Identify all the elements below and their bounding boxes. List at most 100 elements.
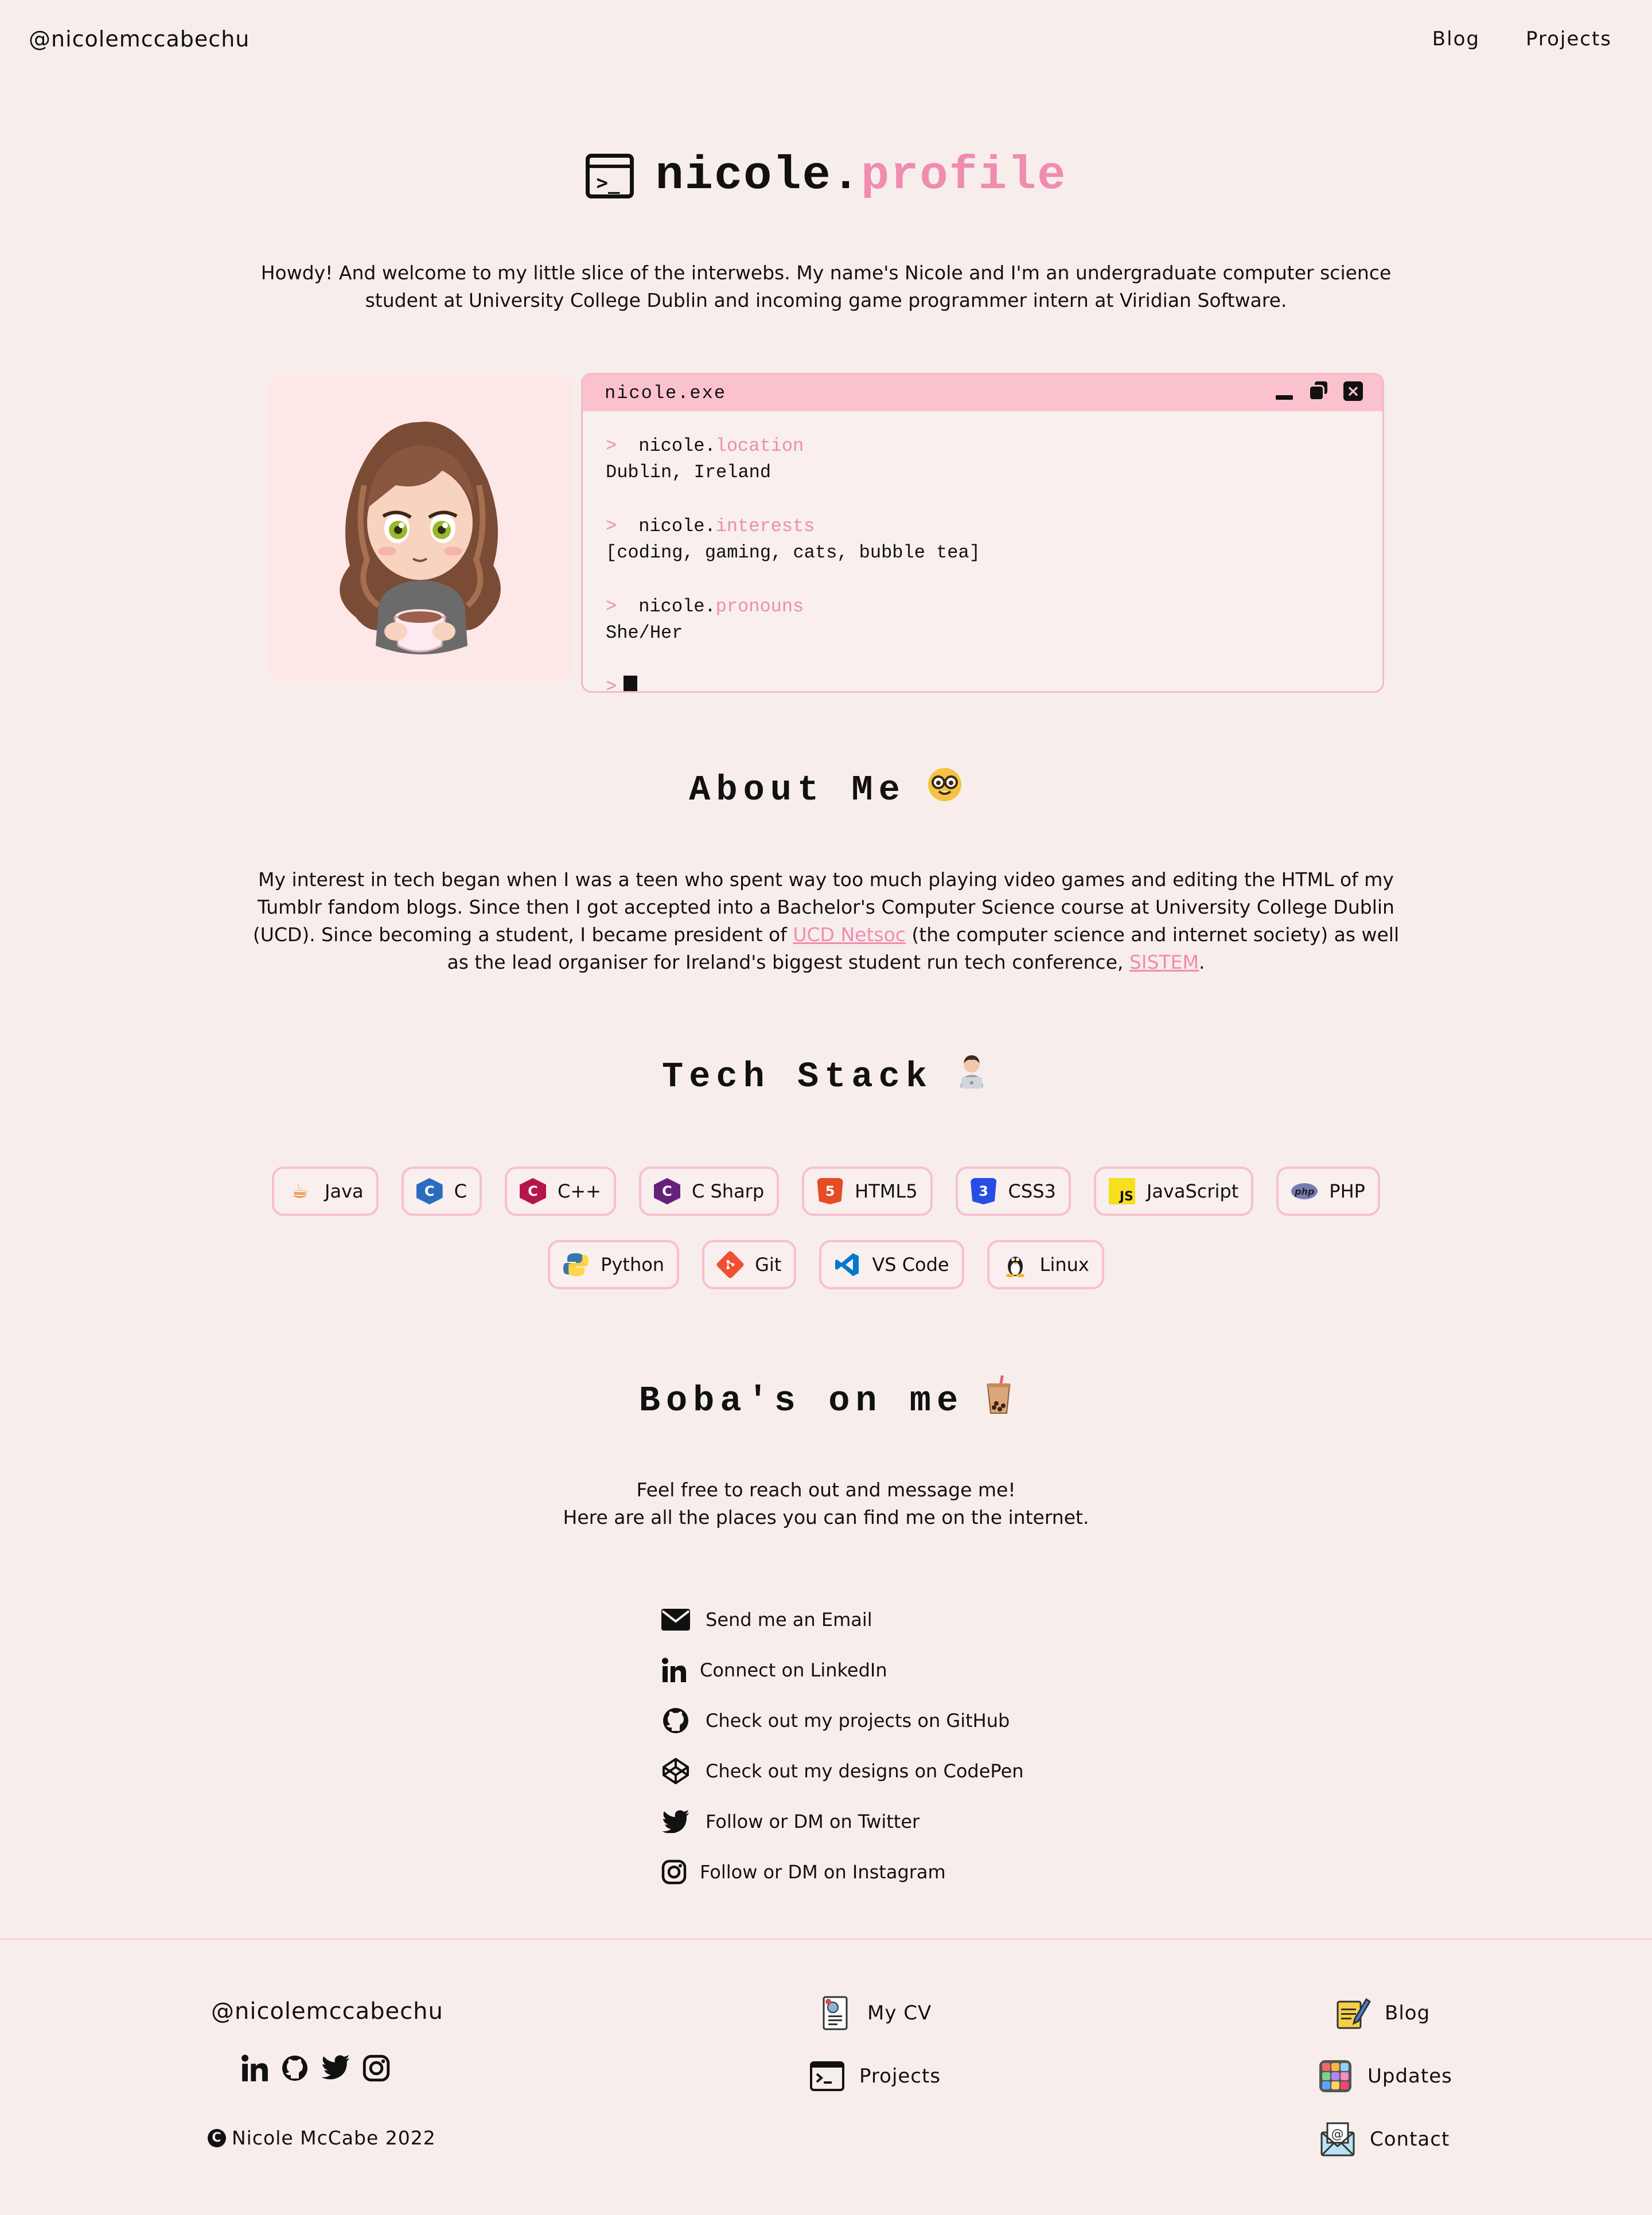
tech-chip-git: Git — [702, 1240, 797, 1289]
command-property: location — [715, 435, 804, 457]
about-heading: About Me — [0, 766, 1652, 814]
html5-icon: 5 — [817, 1178, 844, 1204]
terminal-command: > nicole.interests [coding, gaming, cats,… — [606, 513, 1382, 566]
command-property: interests — [715, 516, 815, 537]
ucd-netsoc-link[interactable]: UCD Netsoc — [793, 923, 906, 946]
envelope-icon: @ — [1320, 2122, 1355, 2156]
restore-icon[interactable] — [1309, 381, 1328, 401]
codepen-link[interactable]: Check out my designs on CodePen — [660, 1746, 1024, 1796]
footer-projects-link[interactable]: Projects — [809, 2058, 941, 2095]
tech-stack-heading: Tech Stack — [0, 1053, 1652, 1101]
python-icon — [563, 1251, 589, 1278]
codepen-icon — [660, 1755, 692, 1787]
chibi-avatar-illustration — [340, 422, 501, 654]
site-handle[interactable]: @nicolemccabechu — [29, 26, 250, 52]
command-object: nicole. — [638, 516, 716, 537]
terminal-body: > nicole.location Dublin, Ireland > nicole… — [583, 411, 1382, 693]
footer-blog-link[interactable]: Blog — [1334, 1995, 1430, 2031]
c-icon: C — [416, 1178, 443, 1204]
tech-chip-linux: Linux — [987, 1240, 1104, 1289]
grid-icon — [1319, 2060, 1351, 2092]
prompt-symbol: > — [606, 435, 617, 457]
text-cursor — [624, 675, 638, 691]
copyright-icon: C — [208, 2128, 226, 2147]
title-prefix: nicole. — [655, 149, 861, 202]
twitter-icon — [660, 1805, 692, 1838]
github-link[interactable]: Check out my projects on GitHub — [660, 1695, 1024, 1746]
tech-chip-vscode: VS Code — [819, 1240, 964, 1289]
footer-social-icons — [241, 2054, 390, 2084]
tech-chip-csharp: CC Sharp — [638, 1167, 780, 1216]
command-object: nicole. — [638, 435, 716, 457]
git-icon — [715, 1250, 745, 1280]
command-property: pronouns — [715, 596, 804, 617]
php-icon: php — [1291, 1183, 1318, 1199]
javascript-icon: JS — [1108, 1178, 1135, 1204]
java-icon: ☕ — [291, 1180, 309, 1203]
tech-chip-javascript: JS JavaScript — [1093, 1167, 1254, 1216]
instagram-link[interactable]: Follow or DM on Instagram — [660, 1847, 1024, 1897]
github-icon[interactable] — [281, 2054, 309, 2084]
terminal-titlebar: nicole.exe × — [583, 375, 1382, 411]
linkedin-icon — [660, 1654, 688, 1686]
prompt-symbol: > — [606, 516, 617, 537]
linkedin-icon[interactable] — [241, 2054, 268, 2084]
cv-icon — [823, 1996, 848, 2030]
tech-chip-php: php PHP — [1276, 1167, 1380, 1216]
footer-handle[interactable]: @nicolemccabechu — [211, 1998, 443, 2025]
command-object: nicole. — [638, 596, 716, 617]
nerd-face-icon — [926, 766, 963, 814]
terminal-command: > nicole.location Dublin, Ireland — [606, 433, 1382, 486]
technologist-icon — [953, 1053, 990, 1101]
contact-intro: Feel free to reach out and message me! H… — [563, 1479, 1089, 1528]
linkedin-link[interactable]: Connect on LinkedIn — [660, 1645, 1024, 1695]
twitter-icon[interactable] — [321, 2054, 350, 2084]
bubble-tea-icon — [984, 1375, 1013, 1426]
avatar — [270, 376, 571, 680]
linux-icon — [1002, 1251, 1028, 1278]
prompt-symbol: > — [606, 596, 617, 617]
instagram-icon[interactable] — [363, 2054, 390, 2084]
nav-blog-link[interactable]: Blog — [1432, 28, 1480, 50]
command-output: [coding, gaming, cats, bubble tea] — [606, 542, 980, 563]
twitter-link[interactable]: Follow or DM on Twitter — [660, 1796, 1024, 1847]
command-output: Dublin, Ireland — [606, 462, 772, 483]
terminal-icon — [810, 2061, 844, 2091]
terminal-title: nicole.exe — [605, 383, 727, 404]
csharp-icon: C — [653, 1178, 680, 1204]
email-link[interactable]: Send me an Email — [660, 1594, 1024, 1645]
tech-chip-css3: 3 CSS3 — [955, 1167, 1071, 1216]
page-title: >_ nicole.profile — [0, 149, 1652, 202]
terminal-window: nicole.exe × > nicole.location Dublin, Ir… — [581, 373, 1384, 693]
top-nav: Blog Projects — [1432, 28, 1612, 50]
close-icon[interactable]: × — [1343, 381, 1363, 401]
boba-heading: Boba's on me — [0, 1375, 1652, 1426]
prompt-symbol: > — [606, 676, 617, 693]
tech-row-1: ☕ Java CC C C++ CC Sharp 5 HTML5 3 CSS3 JS Ja… — [0, 1167, 1652, 1216]
footer-contact-link[interactable]: @ Contact — [1319, 2121, 1450, 2158]
footer: @nicolemccabechu C Nicole McCabe 2022 My… — [0, 1939, 1652, 2215]
instagram-icon — [660, 1856, 688, 1888]
footer-updates-link[interactable]: Updates — [1317, 2058, 1452, 2095]
tech-row-2: Python Git VS Code Linux — [0, 1240, 1652, 1289]
tech-chip-java: ☕ Java — [272, 1167, 379, 1216]
email-icon — [660, 1604, 692, 1636]
terminal-input-line[interactable]: > — [606, 674, 1382, 693]
tech-chip-cpp: C C++ — [504, 1167, 616, 1216]
intro-text: Howdy! And welcome to my little slice of… — [260, 262, 1392, 311]
vscode-icon — [834, 1251, 860, 1278]
copyright: C Nicole McCabe 2022 — [208, 2127, 436, 2149]
github-icon — [660, 1705, 692, 1737]
css3-icon: 3 — [970, 1178, 997, 1204]
terminal-command: > nicole.pronouns She/Her — [606, 594, 1382, 646]
command-output: She/Her — [606, 622, 683, 644]
sistem-link[interactable]: SISTEM — [1129, 951, 1199, 973]
nav-projects-link[interactable]: Projects — [1526, 28, 1612, 50]
top-header: @nicolemccabechu Blog Projects — [0, 0, 1652, 80]
about-text: My interest in tech began when I was a t… — [252, 868, 1400, 973]
tech-chip-html5: 5 HTML5 — [802, 1167, 933, 1216]
contact-list: Send me an Email Connect on LinkedIn Che… — [660, 1594, 1024, 1897]
minimize-icon[interactable] — [1275, 381, 1294, 401]
footer-cv-link[interactable]: My CV — [817, 1995, 932, 2031]
tech-chip-c: CC — [401, 1167, 482, 1216]
